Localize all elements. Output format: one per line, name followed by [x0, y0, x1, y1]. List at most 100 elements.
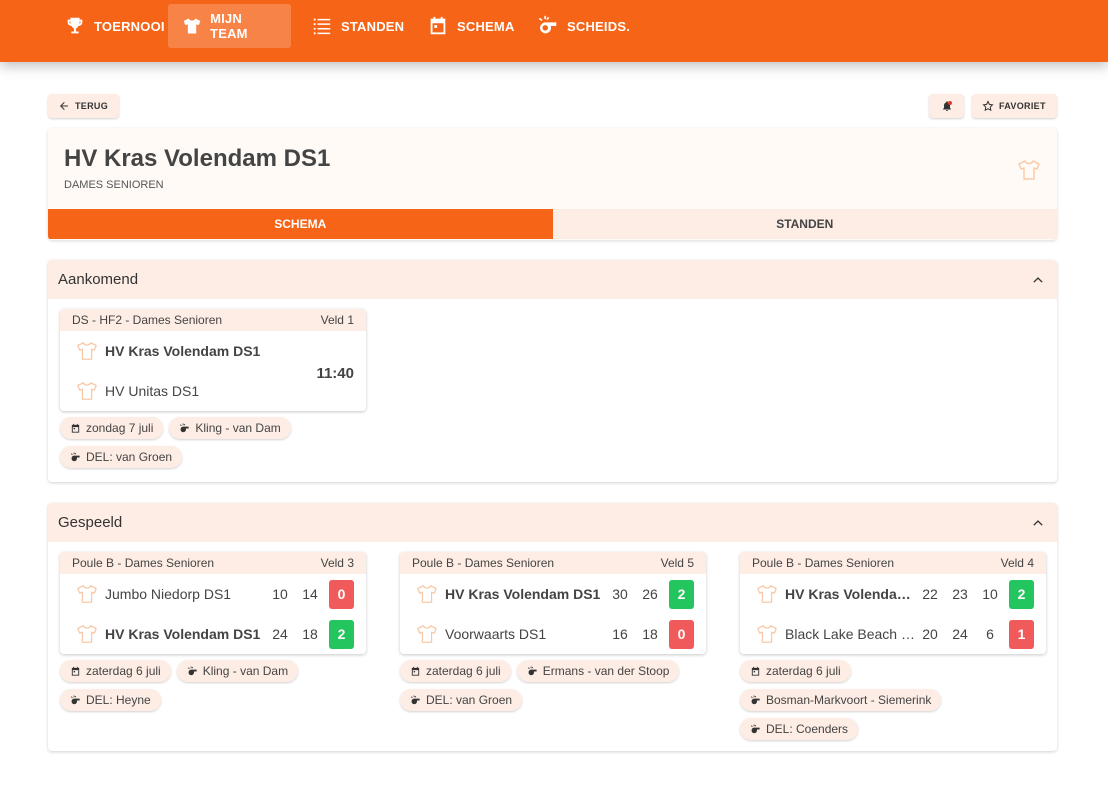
set-score: 10 [982, 586, 998, 602]
set-score: 6 [986, 626, 994, 642]
chip-label: DEL: van Groen [86, 450, 173, 464]
nav-item-label: SCHEMA [457, 18, 515, 34]
team-name: HV Unitas DS1 [105, 383, 200, 399]
team-name: Black Lake Beach … [785, 626, 915, 642]
nav-item-mijn-team[interactable]: MIJN TEAM [168, 4, 291, 48]
match-team-away: Black Lake Beach … 20 24 6 1 [740, 614, 1046, 654]
calendar-icon [751, 666, 760, 676]
set-score: 24 [272, 626, 288, 642]
match-card[interactable]: Poule B - Dames Senioren Veld 4 HV Kras … [740, 552, 1046, 654]
upcoming-section-header[interactable]: Aankomend [48, 260, 1057, 299]
match-result-badge: 2 [329, 619, 354, 649]
nav-item-label: SCHEIDS. [567, 18, 631, 34]
chip-label: zaterdag 6 juli [766, 664, 841, 678]
match-poule: DS - HF2 - Dames Senioren [72, 313, 223, 327]
arrow-left-icon [60, 102, 68, 110]
referee-chip: Kling - van Dam [169, 417, 291, 439]
match-result-badge: 1 [1009, 619, 1034, 649]
team-name: HV Kras Volendam DS1 [105, 626, 261, 642]
match-card[interactable]: Poule B - Dames Senioren Veld 3 Jumbo Ni… [60, 552, 366, 654]
match-field: Veld 1 [320, 313, 354, 327]
whistle-icon [70, 451, 80, 461]
nav-item-schema[interactable]: SCHEMA [413, 4, 529, 48]
shirt-icon [77, 382, 97, 400]
match-played-2[interactable]: Poule B - Dames Senioren Veld 5 HV Kras … [400, 552, 706, 711]
match-card[interactable]: DS - HF2 - Dames Senioren Veld 1 HV Kras… [60, 309, 366, 411]
calendar-icon [411, 666, 420, 676]
section-title: Aankomend [58, 271, 139, 288]
calendar-icon [71, 423, 80, 433]
score-group: 24 18 2 [265, 619, 354, 649]
chevron-up-icon[interactable] [1031, 516, 1045, 530]
calendar-icon [71, 666, 80, 676]
chevron-up-icon[interactable] [1031, 273, 1045, 287]
team-name: Jumbo Niedorp DS1 [105, 586, 232, 602]
match-played-3[interactable]: Poule B - Dames Senioren Veld 4 HV Kras … [740, 552, 1046, 740]
match-poule: Poule B - Dames Senioren [72, 556, 215, 570]
match-header: DS - HF2 - Dames Senioren Veld 1 [60, 309, 366, 331]
match-team-home: HV Kras Volendam DS1 30 26 2 [400, 574, 706, 614]
chip-label: Kling - van Dam [202, 664, 289, 678]
date-chip: zaterdag 6 juli [740, 660, 851, 682]
whistle-icon [70, 694, 80, 704]
top-navigation: TOERNOOI MIJN TEAM STANDEN SCHEMA SCHEID… [0, 0, 1108, 62]
score-group: 30 26 2 [605, 579, 694, 609]
section-title: Gespeeld [58, 514, 123, 531]
chip-label: zaterdag 6 juli [426, 664, 501, 678]
shirt-icon [77, 585, 97, 603]
team-name: HV Kras Volendam… [785, 586, 915, 602]
set-score: 14 [302, 586, 318, 602]
match-result-badge: 0 [329, 579, 354, 609]
notification-button[interactable] [929, 94, 964, 118]
match-header: Poule B - Dames Senioren Veld 4 [740, 552, 1046, 574]
chip-label: zondag 7 juli [86, 421, 154, 435]
tab-standen[interactable]: STANDEN [552, 209, 1057, 239]
played-section: Gespeeld Poule B - Dames Senioren Veld 3… [48, 503, 1057, 751]
set-score: 18 [302, 626, 318, 642]
score-group: 20 24 6 1 [915, 619, 1034, 649]
match-time: 11:40 [316, 365, 354, 382]
nav-item-label: MIJN TEAM [210, 11, 248, 41]
shirt-icon [757, 585, 777, 603]
match-card[interactable]: Poule B - Dames Senioren Veld 5 HV Kras … [400, 552, 706, 654]
team-name: HV Kras Volendam DS1 [105, 343, 261, 359]
nav-item-standen[interactable]: STANDEN [297, 4, 418, 48]
match-played-1[interactable]: Poule B - Dames Senioren Veld 3 Jumbo Ni… [60, 552, 366, 711]
favorite-button[interactable]: FAVORIET [972, 94, 1057, 118]
score-group: 10 14 0 [265, 579, 354, 609]
match-header: Poule B - Dames Senioren Veld 3 [60, 552, 366, 574]
nav-item-scheids[interactable]: SCHEIDS. [523, 4, 644, 48]
whistle-icon [750, 723, 760, 733]
match-upcoming[interactable]: DS - HF2 - Dames Senioren Veld 1 HV Kras… [60, 309, 366, 468]
match-team-away: HV Kras Volendam DS1 24 18 2 [60, 614, 366, 654]
trophy-icon [67, 17, 83, 34]
set-score: 10 [272, 586, 288, 602]
match-result-badge: 2 [1009, 579, 1034, 609]
match-field: Veld 3 [320, 556, 354, 570]
match-team-home: HV Kras Volendam… 22 23 10 2 [740, 574, 1046, 614]
match-chips: zaterdag 6 juli Bosman-Markvoort - Sieme… [740, 660, 1046, 740]
del-chip: DEL: Coenders [740, 718, 859, 740]
match-field: Veld 4 [1000, 556, 1034, 570]
nav-item-toernooi[interactable]: TOERNOOI [50, 4, 179, 48]
calendar-icon [430, 16, 446, 35]
chip-label: Kling - van Dam [195, 421, 281, 435]
bell-icon [942, 101, 952, 111]
set-score: 24 [952, 626, 968, 642]
score-group: 22 23 10 2 [915, 579, 1034, 609]
shirt-icon [77, 625, 97, 643]
list-icon [313, 18, 331, 35]
team-header-card: HV Kras Volendam DS1 DAMES SENIOREN SCHE… [48, 128, 1057, 240]
referee-chip: Bosman-Markvoort - Siemerink [740, 689, 942, 711]
star-icon [982, 100, 994, 112]
back-button[interactable]: TERUG [48, 94, 119, 118]
chip-label: DEL: van Groen [426, 693, 513, 707]
referee-chip: Ermans - van der Stoop [516, 660, 680, 682]
played-section-header[interactable]: Gespeeld [48, 503, 1057, 542]
match-chips: zaterdag 6 juli Ermans - van der Stoop D… [400, 660, 706, 711]
score-group: 16 18 0 [605, 619, 694, 649]
set-score: 20 [922, 626, 938, 642]
tab-schema[interactable]: SCHEMA [48, 209, 553, 239]
match-header: Poule B - Dames Senioren Veld 5 [400, 552, 706, 574]
match-result-badge: 0 [669, 619, 694, 649]
